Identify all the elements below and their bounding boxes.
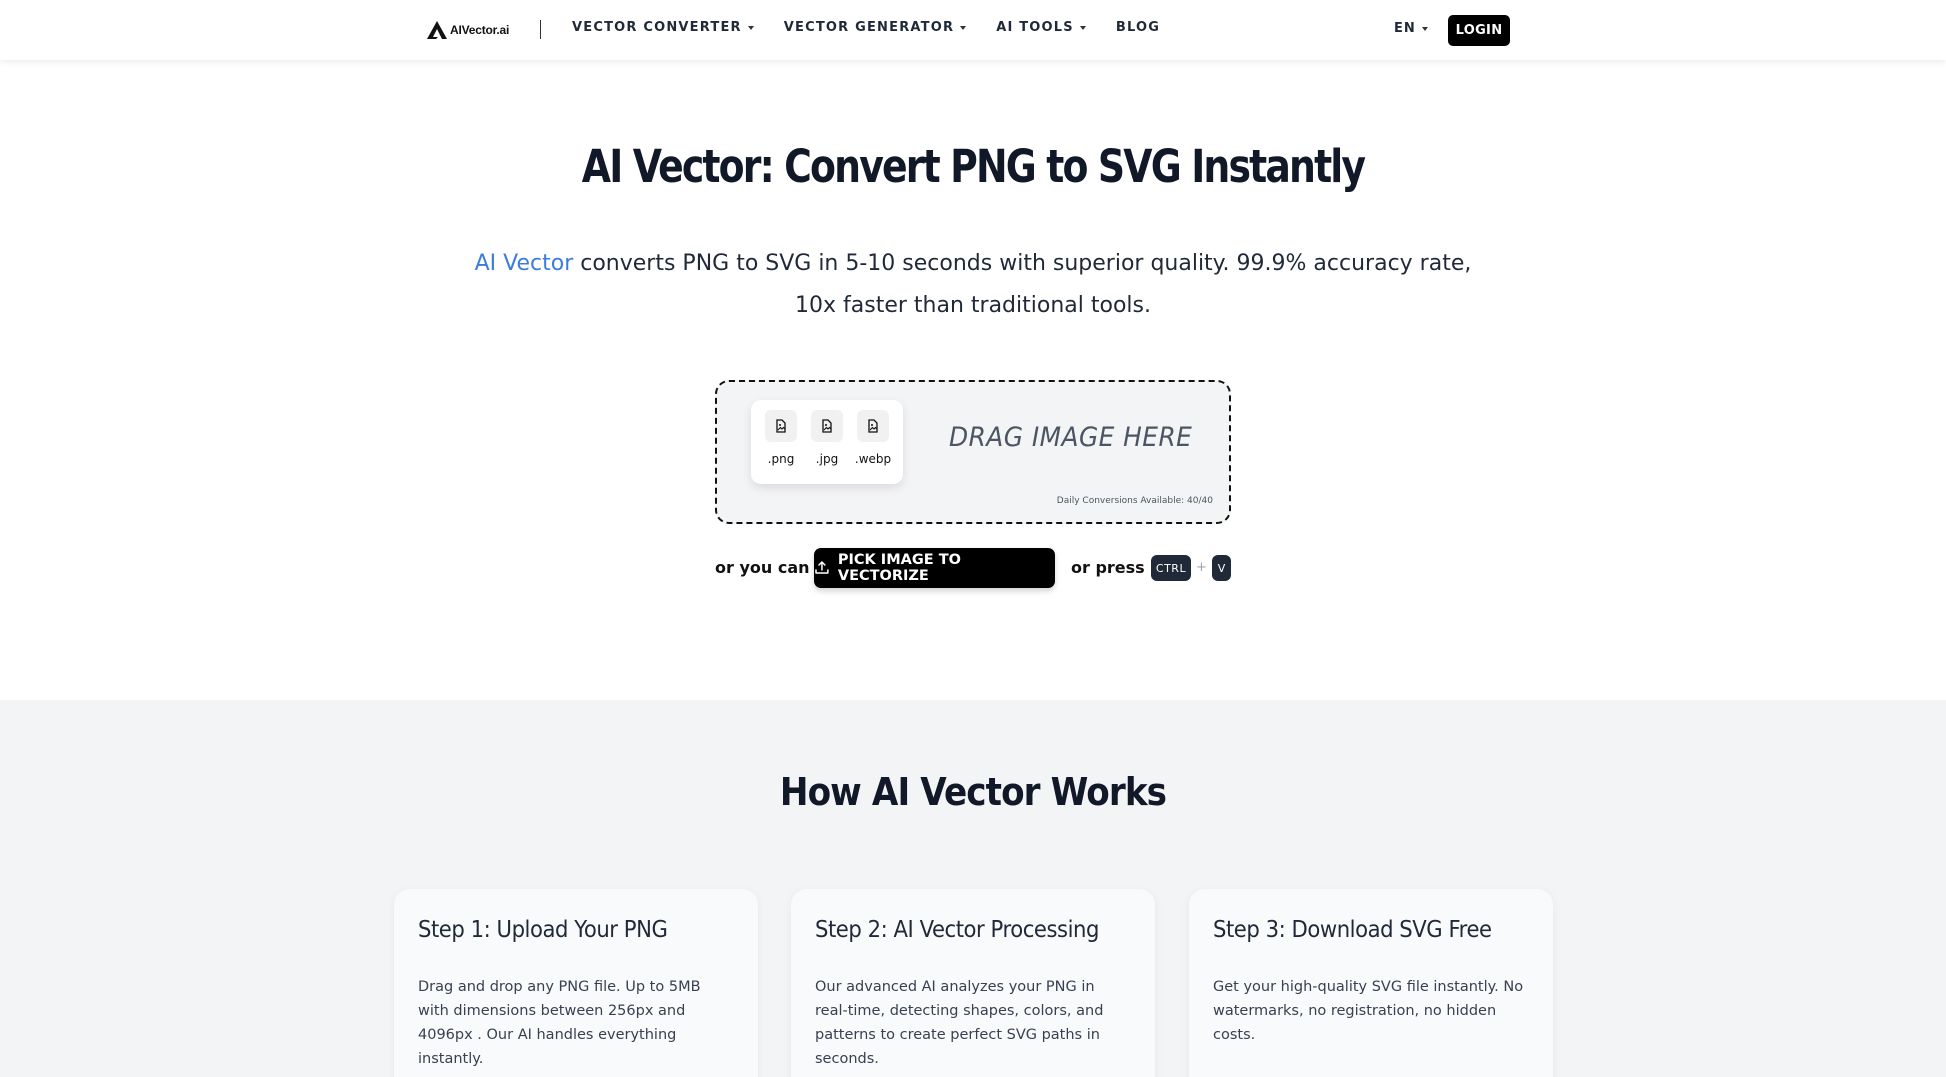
nav-item-vector-converter[interactable]: VECTOR CONVERTER (572, 20, 754, 35)
language-selector[interactable]: EN (1394, 21, 1428, 36)
plus-label: + (1196, 560, 1207, 575)
format-label: .png (767, 452, 795, 466)
subtitle-accent-link[interactable]: AI Vector (475, 251, 574, 276)
upload-icon (815, 561, 829, 574)
step-title: Step 3: Download SVG Free (1213, 917, 1492, 943)
nav-item-label: VECTOR GENERATOR (783, 20, 955, 35)
language-label: EN (1394, 21, 1416, 36)
image-file-icon (765, 410, 797, 442)
nav-item-vector-generator[interactable]: VECTOR GENERATOR (783, 20, 967, 35)
top-nav: AIVector.ai VECTOR CONVERTER VECTOR GENE… (0, 0, 1946, 60)
step-text: Get your high-quality SVG file instantly… (1213, 979, 1524, 1043)
nav-item-blog[interactable]: BLOG (1116, 20, 1160, 35)
nav-divider (540, 20, 541, 39)
nav-item-label: VECTOR CONVERTER (572, 20, 742, 35)
login-button[interactable]: LOGIN (1448, 15, 1510, 46)
format-item-jpg: .jpg (807, 410, 847, 484)
step-text: Our advanced AI analyzes your PNG in rea… (815, 979, 1104, 1067)
logo[interactable]: AIVector.ai (426, 19, 509, 41)
step-title: Step 1: Upload Your PNG (418, 917, 668, 943)
caret-down-icon (1421, 26, 1428, 31)
or-you-can-label: or you can (715, 558, 810, 577)
or-press-label: or press (1071, 558, 1145, 577)
caret-down-icon (1079, 25, 1086, 30)
step-title: Step 2: AI Vector Processing (815, 917, 1099, 943)
daily-conversions-label: Daily Conversions Available: 40/40 (1056, 496, 1213, 506)
drag-image-label: DRAG IMAGE HERE (949, 422, 1193, 453)
format-item-png: .png (761, 410, 801, 484)
pick-image-button[interactable]: PICK IMAGE TO VECTORIZE (814, 548, 1055, 588)
logo-icon (427, 21, 447, 39)
image-file-icon (857, 410, 889, 442)
step-text: Drag and drop any PNG file. Up to 5MB wi… (418, 979, 701, 1067)
format-list: .png .jpg .webp (751, 400, 903, 484)
format-label: .webp (854, 452, 892, 466)
nav-item-ai-tools[interactable]: AI TOOLS (996, 20, 1086, 35)
hero-subtitle: AI Vector converts PNG to SVG in 5-10 se… (473, 243, 1473, 327)
format-item-webp: .webp (853, 410, 893, 484)
subtitle-text: converts PNG to SVG in 5-10 seconds with… (573, 251, 1472, 318)
nav-item-label: BLOG (1115, 20, 1161, 35)
how-it-works-section: How AI Vector Works Step 1: Upload Your … (0, 700, 1946, 1077)
nav-item-label: AI TOOLS (996, 20, 1074, 35)
caret-down-icon (747, 25, 754, 30)
format-label: .jpg (815, 452, 839, 466)
caret-down-icon (960, 25, 967, 30)
section-title: How AI Vector Works (779, 770, 1167, 814)
step-card-1: Step 1: Upload Your PNG Drag and drop an… (394, 889, 758, 1077)
ctrl-key-badge: CTRL (1151, 555, 1191, 581)
nav-menu: VECTOR CONVERTER VECTOR GENERATOR AI TOO… (572, 20, 1160, 35)
image-file-icon (811, 410, 843, 442)
image-drop-zone[interactable]: .png .jpg .webp DRAG IMAGE HERE Daily Co… (715, 380, 1231, 524)
pick-image-label: PICK IMAGE TO VECTORIZE (837, 552, 961, 584)
logo-text: AIVector.ai (450, 23, 510, 37)
page-title: AI Vector: Convert PNG to SVG Instantly (581, 140, 1366, 193)
step-card-3: Step 3: Download SVG Free Get your high-… (1189, 889, 1553, 1077)
step-card-2: Step 2: AI Vector Processing Our advance… (791, 889, 1155, 1077)
v-key-badge: V (1212, 555, 1231, 581)
